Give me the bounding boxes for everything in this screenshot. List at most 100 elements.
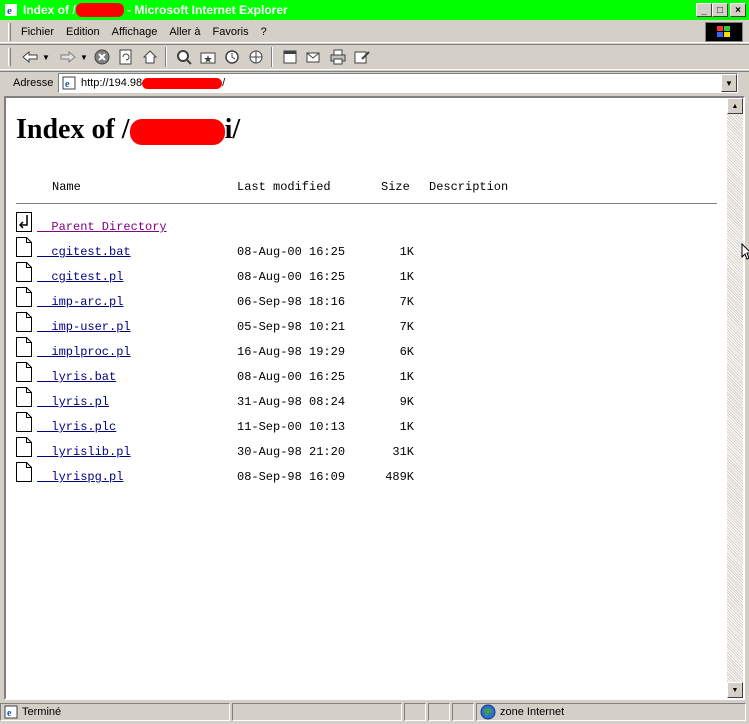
file-link[interactable]: implproc.pl [37,345,130,359]
file-icon[interactable] [16,412,32,432]
table-row: cgitest.bat 08-Aug-00 16:25 1K [16,237,716,265]
back-folder-icon[interactable] [16,212,32,232]
refresh-icon[interactable] [115,46,137,68]
title-bar[interactable]: e Index of / - Microsoft Internet Explor… [0,0,749,20]
file-size: 7K [399,320,414,334]
address-input[interactable]: e http://194.98/ ▼ [58,73,738,93]
forward-dropdown-icon[interactable]: ▼ [79,46,89,68]
file-link[interactable]: imp-user.pl [37,320,130,334]
file-size: 1K [399,370,414,384]
toolbar-grip[interactable] [8,48,11,66]
windows-logo-icon [705,22,743,42]
menu-bar: Fichier Edition Affichage Aller à Favori… [0,21,749,43]
status-pane-progress [232,703,402,721]
menu-aller-a[interactable]: Aller à [169,26,200,38]
file-link[interactable]: cgitest.pl [37,270,123,284]
fullscreen-icon[interactable] [279,46,301,68]
file-size: 489K [385,470,414,484]
history-icon[interactable] [221,46,243,68]
stop-icon[interactable] [91,46,113,68]
status-pane-2 [428,703,450,721]
mail-icon[interactable] [303,46,325,68]
file-icon[interactable] [16,262,32,282]
favorites-icon[interactable] [197,46,219,68]
scroll-up-icon[interactable]: ▲ [727,98,743,114]
back-icon[interactable] [19,46,41,68]
file-date: 31-Aug-98 08:24 [237,395,346,409]
file-link[interactable]: lyris.bat [37,370,116,384]
scroll-down-icon[interactable]: ▼ [727,682,743,698]
file-link[interactable]: lyrispg.pl [37,470,123,484]
table-row: lyris.plc 11-Sep-00 10:13 1K [16,412,716,440]
file-date: 11-Sep-00 10:13 [237,420,346,434]
file-icon[interactable] [16,437,32,457]
file-icon[interactable] [16,387,32,407]
table-row: lyris.pl 31-Aug-98 08:24 9K [16,387,716,415]
col-size: Size [381,180,410,194]
address-url: http://194.98/ [81,77,226,89]
file-link[interactable]: imp-arc.pl [37,295,123,309]
status-text-pane: e Terminé [0,703,230,721]
channels-icon[interactable] [245,46,267,68]
menu-help[interactable]: ? [261,26,267,38]
file-size: 1K [399,245,414,259]
file-size: 31K [392,445,414,459]
search-icon[interactable] [173,46,195,68]
minimize-button[interactable]: _ [696,3,712,17]
status-pane-1 [404,703,426,721]
edit-icon[interactable] [351,46,373,68]
menu-fichier[interactable]: Fichier [21,26,54,38]
maximize-button[interactable]: □ [712,3,728,17]
status-bar: e Terminé zone Internet [0,702,749,722]
parent-directory-link[interactable]: Parent Directory [37,220,166,234]
svg-text:e: e [7,708,12,719]
col-description: Description [429,180,509,194]
page-icon: e [61,75,77,91]
file-icon[interactable] [16,362,32,382]
table-row: lyrislib.pl 30-Aug-98 21:20 31K [16,437,716,465]
parent-row: Parent Directory [16,212,716,240]
mouse-cursor-icon [741,243,749,260]
file-link[interactable]: lyris.plc [37,420,116,434]
col-name: Name [52,180,81,194]
file-link[interactable]: cgitest.bat [37,245,130,259]
menu-favoris[interactable]: Favoris [213,26,249,38]
svg-text:e: e [7,5,12,17]
file-icon[interactable] [16,237,32,257]
file-icon[interactable] [16,337,32,357]
page-icon: e [4,705,18,719]
menu-edition[interactable]: Edition [66,26,100,38]
file-icon[interactable] [16,312,32,332]
ie-icon[interactable]: e [3,2,19,18]
file-link[interactable]: lyrislib.pl [37,445,130,459]
close-button[interactable]: × [730,3,746,17]
file-date: 08-Aug-00 16:25 [237,370,346,384]
menu-affichage[interactable]: Affichage [112,26,158,38]
file-date: 08-Sep-98 16:09 [237,470,346,484]
table-row: imp-user.pl 05-Sep-98 10:21 7K [16,312,716,340]
file-icon[interactable] [16,287,32,307]
zone-text: zone Internet [500,706,565,718]
back-dropdown-icon[interactable]: ▼ [41,46,51,68]
vertical-scrollbar[interactable]: ▲ ▼ [727,98,743,698]
file-icon[interactable] [16,462,32,482]
page-title: Index of / i/ [16,114,241,145]
menu-grip[interactable] [8,22,11,41]
col-last-modified: Last modified [237,180,331,194]
forward-icon[interactable] [57,46,79,68]
file-size: 1K [399,420,414,434]
home-icon[interactable] [139,46,161,68]
file-date: 16-Aug-98 19:29 [237,345,346,359]
redaction-mark [129,118,225,145]
table-row: cgitest.pl 08-Aug-00 16:25 1K [16,262,716,290]
address-dropdown-icon[interactable]: ▼ [721,74,737,92]
file-size: 9K [399,395,414,409]
table-row: implproc.pl 16-Aug-98 19:29 6K [16,337,716,365]
svg-text:e: e [65,79,70,90]
print-icon[interactable] [327,46,349,68]
file-date: 08-Aug-00 16:25 [237,270,346,284]
address-label: Adresse [13,76,54,89]
standard-toolbar: ▼ ▼ [0,44,749,70]
file-link[interactable]: lyris.pl [37,395,109,409]
table-row: imp-arc.pl 06-Sep-98 18:16 7K [16,287,716,315]
